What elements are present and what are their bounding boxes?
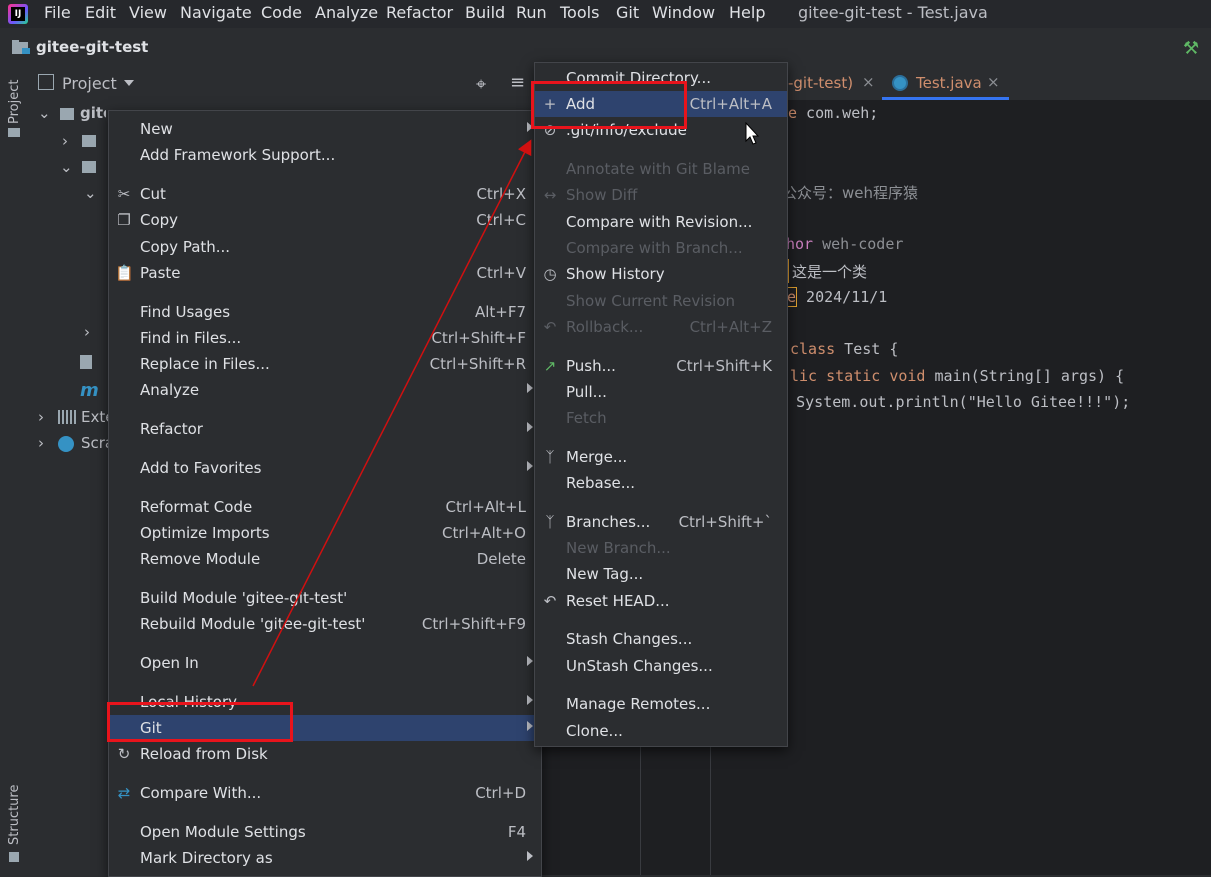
annotation-arrow: [252, 139, 532, 687]
mouse-cursor-icon: [745, 122, 760, 145]
